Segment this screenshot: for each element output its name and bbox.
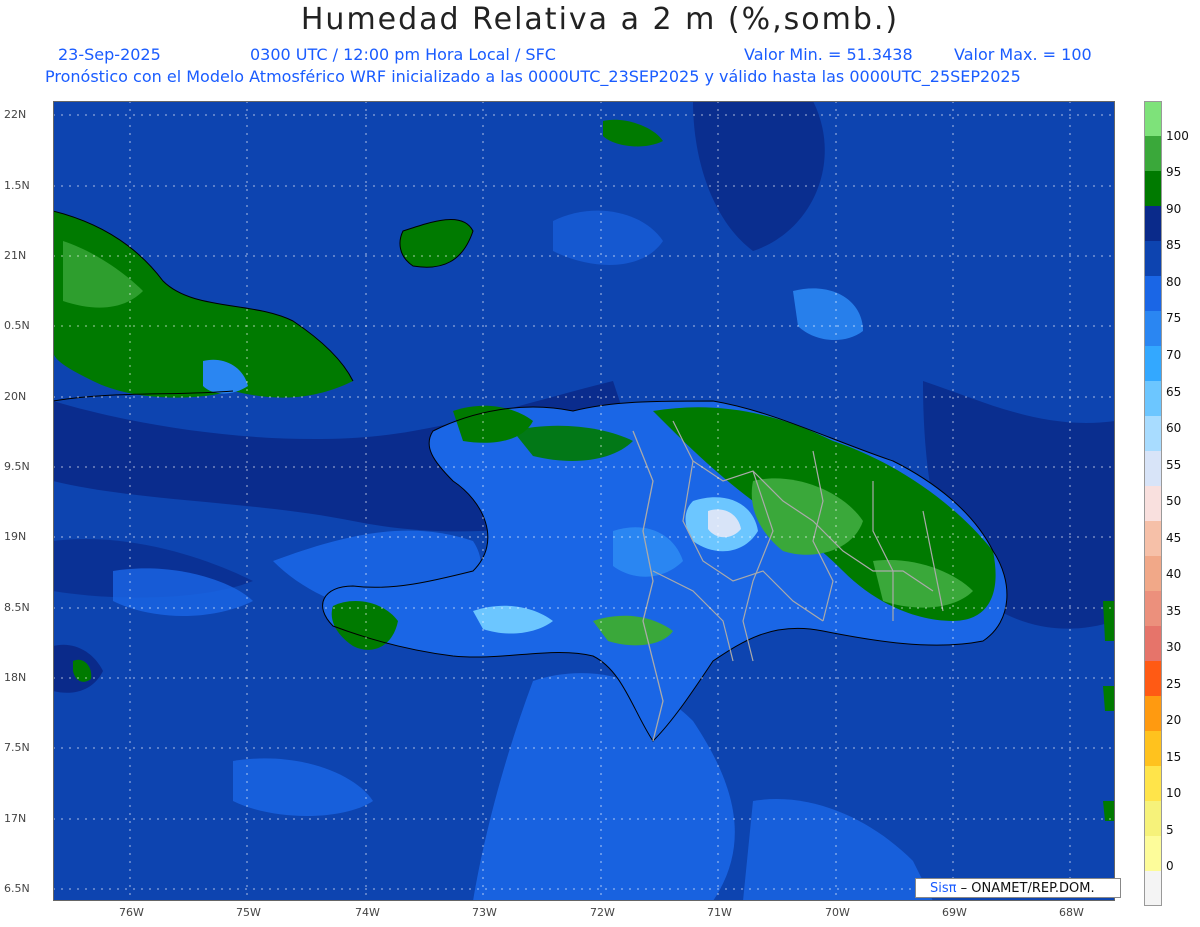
credit-box: Sisπ – ONAMET/REP.DOM. (915, 878, 1121, 898)
lon-label-72w: 72W (590, 906, 615, 919)
colorbar-label: 50 (1166, 494, 1182, 508)
colorbar-label: 45 (1166, 531, 1182, 545)
lat-label-22n: 22N (4, 108, 27, 121)
lon-label-70w: 70W (825, 906, 850, 919)
colorbar-swatch (1144, 521, 1162, 557)
lon-label-76w: 76W (119, 906, 144, 919)
lat-label-19n: 19N (4, 530, 27, 543)
colorbar-swatch (1144, 626, 1162, 662)
colorbar-swatch (1144, 101, 1162, 137)
colorbar-label: 20 (1166, 713, 1182, 727)
lon-label-69w: 69W (942, 906, 967, 919)
colorbar-swatch (1144, 346, 1162, 382)
colorbar-label: 10 (1166, 786, 1182, 800)
lon-label-71w: 71W (707, 906, 732, 919)
colorbar-label: 0 (1166, 859, 1174, 873)
colorbar-label: 75 (1166, 311, 1182, 325)
colorbar-swatch (1144, 171, 1162, 207)
lat-label-21-5n: 1.5N (4, 179, 30, 192)
min-value-label: Valor Min. = 51.3438 (744, 45, 913, 64)
time-label: 0300 UTC / 12:00 pm Hora Local / SFC (250, 45, 556, 64)
colorbar-swatch (1144, 871, 1162, 906)
lon-label-73w: 73W (472, 906, 497, 919)
colorbar-swatch (1144, 696, 1162, 732)
colorbar-swatch (1144, 206, 1162, 242)
colorbar-label: 40 (1166, 567, 1182, 581)
colorbar-label: 80 (1166, 275, 1182, 289)
colorbar (1144, 101, 1162, 906)
colorbar-swatch (1144, 486, 1162, 522)
credit-text: – ONAMET/REP.DOM. (960, 881, 1095, 896)
max-value-label: Valor Max. = 100 (954, 45, 1092, 64)
lat-label-19-5n: 9.5N (4, 460, 30, 473)
colorbar-swatch (1144, 661, 1162, 697)
description-label: Pronóstico con el Modelo Atmosférico WRF… (45, 67, 1021, 86)
colorbar-label: 95 (1166, 165, 1182, 179)
colorbar-swatch (1144, 836, 1162, 872)
lat-label-21n: 21N (4, 249, 27, 262)
colorbar-swatch (1144, 556, 1162, 592)
colorbar-swatch (1144, 276, 1162, 312)
colorbar-swatch (1144, 381, 1162, 417)
lat-label-17-5n: 7.5N (4, 741, 30, 754)
lat-label-20-5n: 0.5N (4, 319, 30, 332)
lon-label-74w: 74W (355, 906, 380, 919)
colorbar-label: 30 (1166, 640, 1182, 654)
colorbar-label: 85 (1166, 238, 1182, 252)
colorbar-label: 60 (1166, 421, 1182, 435)
lat-label-16-5n: 6.5N (4, 882, 30, 895)
colorbar-label: 70 (1166, 348, 1182, 362)
colorbar-label: 5 (1166, 823, 1174, 837)
colorbar-label: 15 (1166, 750, 1182, 764)
lat-label-18-5n: 8.5N (4, 601, 30, 614)
colorbar-swatch (1144, 731, 1162, 767)
lon-label-68w: 68W (1059, 906, 1084, 919)
colorbar-label: 35 (1166, 604, 1182, 618)
colorbar-swatch (1144, 416, 1162, 452)
colorbar-label: 90 (1166, 202, 1182, 216)
colorbar-swatch (1144, 591, 1162, 627)
colorbar-label: 55 (1166, 458, 1182, 472)
colorbar-swatch (1144, 766, 1162, 802)
date-label: 23-Sep-2025 (58, 45, 161, 64)
colorbar-swatch (1144, 801, 1162, 837)
lat-label-18n: 18N (4, 671, 27, 684)
colorbar-label: 65 (1166, 385, 1182, 399)
colorbar-swatch (1144, 136, 1162, 172)
colorbar-label: 25 (1166, 677, 1182, 691)
lat-label-17n: 17N (4, 812, 27, 825)
colorbar-swatch (1144, 451, 1162, 487)
lon-label-75w: 75W (236, 906, 261, 919)
colorbar-label: 100 (1166, 129, 1189, 143)
lat-label-20n: 20N (4, 390, 27, 403)
colorbar-swatch (1144, 241, 1162, 277)
sispi-logo: Sisπ (930, 881, 957, 896)
map-title: Humedad Relativa a 2 m (%,somb.) (300, 2, 900, 37)
humidity-map (53, 101, 1115, 901)
colorbar-swatch (1144, 311, 1162, 347)
